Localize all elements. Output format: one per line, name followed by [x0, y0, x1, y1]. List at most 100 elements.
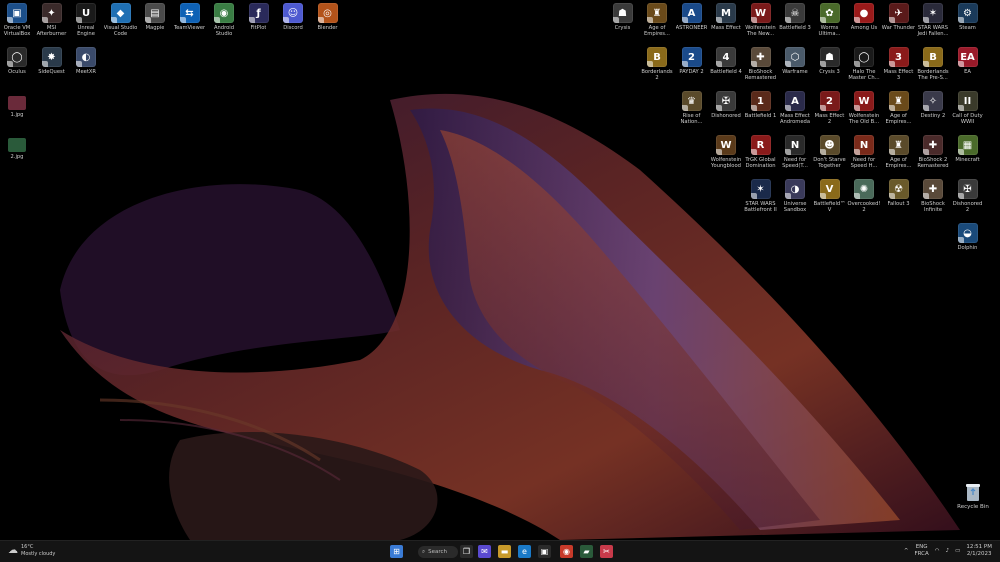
desktop-icon-label: BioShock 2 Remastered: [917, 157, 949, 169]
desktop-icon-right-0-1[interactable]: ♜ Age of Empires...: [640, 3, 674, 45]
desktop-icon-left2-1[interactable]: ✸ SideQuest: [35, 47, 69, 89]
tray-overflow-chevron-icon[interactable]: ^: [904, 548, 909, 554]
app-icon: M: [716, 3, 736, 23]
desktop-icon-left2-0[interactable]: ◯ Oculus: [0, 47, 34, 89]
desktop-icon-right-2-7[interactable]: ✧ Destiny 2: [916, 91, 950, 133]
desktop-icon-right-1-3[interactable]: ✚ BioShock Remastered: [744, 47, 778, 89]
app-icon: ◐: [76, 47, 96, 67]
desktop-icon-right-0-10[interactable]: ⚙ Steam: [951, 3, 985, 45]
windows-start-icon[interactable]: ⊞: [390, 545, 403, 558]
desktop-icon-label: Need for Speed H...: [850, 157, 878, 169]
desktop-icon-right-3-7[interactable]: ▦ Minecraft: [951, 135, 985, 177]
taskbar-search[interactable]: ⌕ Search: [418, 546, 458, 558]
desktop-icon-left-9[interactable]: ◎ Blender: [311, 3, 345, 45]
desktop-icon-left-4[interactable]: ▤ Magpie: [138, 3, 172, 45]
desktop-icon-right-1-5[interactable]: ☗ Crysis 3: [813, 47, 847, 89]
app-icon: 2: [819, 91, 840, 111]
desktop-icon-left-8[interactable]: ☺ Discord: [276, 3, 310, 45]
app-icon: ♜: [647, 3, 667, 23]
desktop-icon-right-1-1[interactable]: 2 PAYDAY 2: [675, 47, 709, 89]
desktop-icon-right-3-5[interactable]: ♜ Age of Empires...: [882, 135, 916, 177]
desktop-icon-label: Age of Empires...: [644, 25, 670, 37]
desktop-icon-right-4-0[interactable]: ✶ STAR WARS Battlefront II: [744, 179, 778, 221]
taskbar: ☁ 16°C Mostly cloudy ⊞ ❐ ✉ ▬ e ▣ ◉ ▰ ✂ ⌕ Search …: [0, 540, 1000, 562]
desktop-icon-left2-2[interactable]: ◐ MeetXR: [69, 47, 103, 89]
volume-icon[interactable]: ♪: [946, 548, 950, 554]
desktop-icon-right-2-3[interactable]: A Mass Effect Andromeda: [778, 91, 812, 133]
snipping-tool-icon[interactable]: ✂: [600, 545, 613, 558]
desktop-icon-right-4-2[interactable]: V Battlefield™ V: [813, 179, 847, 221]
clock[interactable]: 12:51 PM 2/1/2023: [966, 544, 992, 557]
desktop-icon-right-1-2[interactable]: 4 Battlefield 4: [709, 47, 743, 89]
desktop-icon-right-1-6[interactable]: ◯ Halo The Master Ch...: [847, 47, 881, 89]
desktop-icon-right-1-4[interactable]: ⬡ Warframe: [778, 47, 812, 89]
app-icon: R: [750, 135, 771, 155]
desktop-icon-right-5-0[interactable]: ◒ Dolphin: [951, 223, 985, 265]
desktop-file-1[interactable]: 2.jpg: [2, 138, 32, 160]
app-icon: N: [854, 135, 874, 155]
desktop-icon-right-1-0[interactable]: B Borderlands 2: [640, 47, 674, 89]
desktop-icon-right-4-5[interactable]: ✚ BioShock Infinite: [916, 179, 950, 221]
desktop-icon-label: ASTRONEER: [675, 25, 708, 31]
desktop-icon-right-2-5[interactable]: W Wolfenstein The Old B...: [847, 91, 881, 133]
desktop-icon-right-0-6[interactable]: ✿ Worms Ultima...: [813, 3, 847, 45]
desktop-icon-right-3-0[interactable]: W Wolfenstein Youngblood: [709, 135, 743, 177]
desktop-icon-right-1-8[interactable]: B Borderlands The Pre-S...: [916, 47, 950, 89]
terminal-icon[interactable]: ▰: [580, 545, 593, 558]
app-icon: ☺: [283, 3, 303, 23]
desktop-icon-right-0-4[interactable]: W Wolfenstein The New...: [744, 3, 778, 45]
desktop-icon-right-3-1[interactable]: R TrGK Global Domination: [744, 135, 778, 177]
desktop-icon-right-2-8[interactable]: II Call of Duty WWII: [951, 91, 985, 133]
desktop-icon-right-0-7[interactable]: ● Among Us: [847, 3, 881, 45]
app-icon: 3: [888, 47, 909, 67]
desktop-icon-right-1-9[interactable]: EA EA: [951, 47, 985, 89]
desktop-icon-right-0-2[interactable]: A ASTRONEER: [675, 3, 709, 45]
desktop-icon-right-0-3[interactable]: M Mass Effect: [709, 3, 743, 45]
app-icon: 4: [716, 47, 736, 67]
desktop-icon-label: Rise of Nation...: [680, 113, 703, 125]
weather-widget[interactable]: ☁ 16°C Mostly cloudy: [8, 544, 55, 557]
desktop-icon-right-2-2[interactable]: 1 Battlefield 1: [744, 91, 778, 133]
desktop-icon-right-3-4[interactable]: N Need for Speed H...: [847, 135, 881, 177]
task-view-icon[interactable]: ❐: [460, 545, 473, 558]
desktop-icon-right-3-6[interactable]: ✚ BioShock 2 Remastered: [916, 135, 950, 177]
chrome-icon[interactable]: ◉: [560, 545, 573, 558]
edge-icon[interactable]: e: [518, 545, 531, 558]
language-indicator[interactable]: ENG FRCA: [914, 544, 928, 557]
desktop-icon-left-0[interactable]: ▣ Oracle VM VirtualBox: [0, 3, 34, 45]
desktop-file-0[interactable]: 1.jpg: [2, 96, 32, 118]
desktop-icon-left-5[interactable]: ⇆ TeamViewer: [173, 3, 207, 45]
chat-icon[interactable]: ✉: [478, 545, 491, 558]
recycle-bin-label: Recycle Bin: [957, 504, 989, 510]
battery-icon[interactable]: ▭: [955, 548, 960, 554]
desktop-icon-left-3[interactable]: ◆ Visual Studio Code: [104, 3, 138, 45]
desktop-icon-left-7[interactable]: ƒ FitPlot: [242, 3, 276, 45]
desktop-icon-right-3-3[interactable]: ☻ Don't Starve Together: [813, 135, 847, 177]
desktop-icon-left-2[interactable]: U Unreal Engine: [69, 3, 103, 45]
desktop-icon-right-2-1[interactable]: ✠ Dishonored: [709, 91, 743, 133]
recycle-bin[interactable]: Recycle Bin: [955, 482, 991, 510]
wifi-icon[interactable]: ◠: [935, 548, 940, 554]
app-icon: ✧: [923, 91, 943, 111]
desktop-icon-right-1-7[interactable]: 3 Mass Effect 3: [882, 47, 916, 89]
desktop-icon-right-4-3[interactable]: ✺ Overcooked! 2: [847, 179, 881, 221]
desktop-icon-right-4-4[interactable]: ☢ Fallout 3: [882, 179, 916, 221]
file-explorer-icon[interactable]: ▬: [498, 545, 511, 558]
desktop-icon-right-0-5[interactable]: ☠ Battlefield 3: [778, 3, 812, 45]
desktop-icon-right-2-6[interactable]: ♜ Age of Empires...: [882, 91, 916, 133]
desktop-icon-right-2-4[interactable]: 2 Mass Effect 2: [813, 91, 847, 133]
desktop-icon-right-0-9[interactable]: ✶ STAR WARS Jedi Fallen...: [916, 3, 950, 45]
desktop-icon-label: Don't Starve Together: [813, 157, 846, 169]
desktop-icon-right-4-1[interactable]: ◑ Universe Sandbox: [778, 179, 812, 221]
desktop-icon-right-3-2[interactable]: N Need for Speed(T...: [778, 135, 812, 177]
desktop-icon-right-0-0[interactable]: ☗ Crysis: [606, 3, 640, 45]
app-icon: ✠: [957, 179, 978, 199]
store-icon[interactable]: ▣: [538, 545, 551, 558]
desktop-icon-left-6[interactable]: ◉ Android Studio: [207, 3, 241, 45]
desktop-icon-right-4-6[interactable]: ✠ Dishonored 2: [951, 179, 985, 221]
desktop-icon-left-1[interactable]: ✦ MSI Afterburner: [35, 3, 69, 45]
app-icon: B: [647, 47, 667, 67]
desktop-icon-right-0-8[interactable]: ✈ War Thunder: [882, 3, 916, 45]
desktop-icon-right-2-0[interactable]: ♛ Rise of Nation...: [675, 91, 709, 133]
app-icon: ⇆: [179, 3, 200, 23]
